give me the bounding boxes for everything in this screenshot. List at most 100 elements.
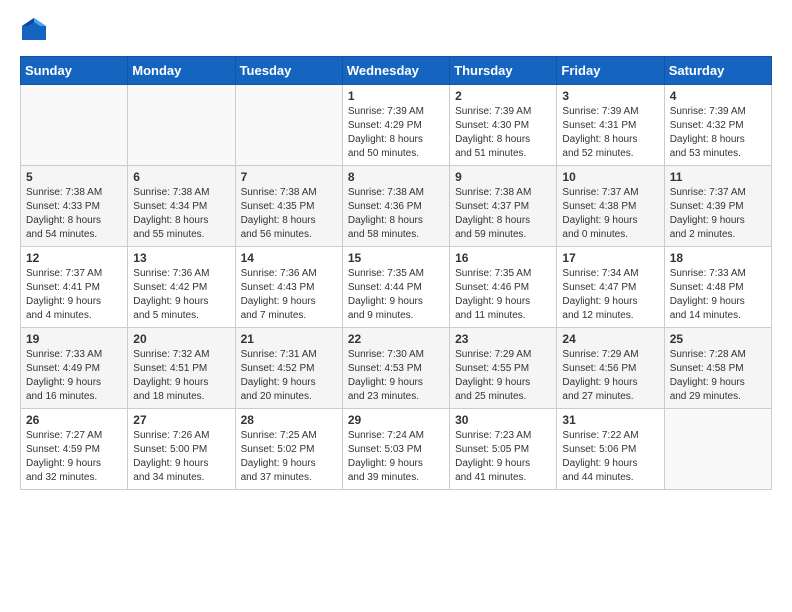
calendar-cell: 6 Sunrise: 7:38 AM Sunset: 4:34 PM Daylig… [128, 166, 235, 247]
day-info: Sunrise: 7:32 AM Sunset: 4:51 PM Dayligh… [133, 348, 229, 404]
day-info: Sunrise: 7:39 AM Sunset: 4:29 PM Dayligh… [348, 105, 444, 161]
calendar-cell: 24 Sunrise: 7:29 AM Sunset: 4:56 PM Dayli… [557, 328, 664, 409]
day-number: 28 [241, 413, 337, 427]
calendar-cell: 2 Sunrise: 7:39 AM Sunset: 4:30 PM Daylig… [450, 85, 557, 166]
logo-icon [20, 16, 48, 44]
day-info: Sunrise: 7:25 AM Sunset: 5:02 PM Dayligh… [241, 429, 337, 485]
day-info: Sunrise: 7:34 AM Sunset: 4:47 PM Dayligh… [562, 267, 658, 323]
calendar-cell: 10Sunrise: 7:37 AM Sunset: 4:38 PM Dayli… [557, 166, 664, 247]
week-row-1: 1 Sunrise: 7:39 AM Sunset: 4:29 PM Daylig… [21, 85, 772, 166]
day-number: 11 [670, 170, 766, 184]
day-number: 14 [241, 251, 337, 265]
day-info: Sunrise: 7:36 AM Sunset: 4:42 PM Dayligh… [133, 267, 229, 323]
day-info: Sunrise: 7:30 AM Sunset: 4:53 PM Dayligh… [348, 348, 444, 404]
day-info: Sunrise: 7:39 AM Sunset: 4:32 PM Dayligh… [670, 105, 766, 161]
day-number: 9 [455, 170, 551, 184]
calendar-cell: 14 Sunrise: 7:36 AM Sunset: 4:43 PM Dayli… [235, 247, 342, 328]
calendar-cell: 29 Sunrise: 7:24 AM Sunset: 5:03 PM Dayli… [342, 409, 449, 490]
day-info: Sunrise: 7:39 AM Sunset: 4:30 PM Dayligh… [455, 105, 551, 161]
day-info: Sunrise: 7:28 AM Sunset: 4:58 PM Dayligh… [670, 348, 766, 404]
day-number: 26 [26, 413, 122, 427]
calendar-cell: 19Sunrise: 7:33 AM Sunset: 4:49 PM Dayli… [21, 328, 128, 409]
weekday-header-saturday: Saturday [664, 57, 771, 85]
calendar-cell [128, 85, 235, 166]
day-info: Sunrise: 7:37 AM Sunset: 4:41 PM Dayligh… [26, 267, 122, 323]
calendar-cell: 12 Sunrise: 7:37 AM Sunset: 4:41 PM Dayli… [21, 247, 128, 328]
day-number: 20 [133, 332, 229, 346]
day-number: 24 [562, 332, 658, 346]
day-number: 3 [562, 89, 658, 103]
day-info: Sunrise: 7:22 AM Sunset: 5:06 PM Dayligh… [562, 429, 658, 485]
day-number: 8 [348, 170, 444, 184]
weekday-header-monday: Monday [128, 57, 235, 85]
calendar-cell: 16Sunrise: 7:35 AM Sunset: 4:46 PM Dayli… [450, 247, 557, 328]
calendar-table: SundayMondayTuesdayWednesdayThursdayFrid… [20, 56, 772, 490]
calendar-cell: 26 Sunrise: 7:27 AM Sunset: 4:59 PM Dayli… [21, 409, 128, 490]
header [20, 16, 772, 44]
calendar-cell: 31 Sunrise: 7:22 AM Sunset: 5:06 PM Dayli… [557, 409, 664, 490]
weekday-header-sunday: Sunday [21, 57, 128, 85]
day-info: Sunrise: 7:36 AM Sunset: 4:43 PM Dayligh… [241, 267, 337, 323]
day-number: 4 [670, 89, 766, 103]
weekday-header-tuesday: Tuesday [235, 57, 342, 85]
day-info: Sunrise: 7:33 AM Sunset: 4:48 PM Dayligh… [670, 267, 766, 323]
day-number: 27 [133, 413, 229, 427]
weekday-header-row: SundayMondayTuesdayWednesdayThursdayFrid… [21, 57, 772, 85]
day-number: 2 [455, 89, 551, 103]
calendar-cell: 13 Sunrise: 7:36 AM Sunset: 4:42 PM Dayli… [128, 247, 235, 328]
calendar-cell: 30 Sunrise: 7:23 AM Sunset: 5:05 PM Dayli… [450, 409, 557, 490]
day-number: 13 [133, 251, 229, 265]
logo [20, 16, 52, 44]
day-number: 31 [562, 413, 658, 427]
day-number: 30 [455, 413, 551, 427]
day-number: 6 [133, 170, 229, 184]
day-info: Sunrise: 7:29 AM Sunset: 4:56 PM Dayligh… [562, 348, 658, 404]
calendar-cell: 28 Sunrise: 7:25 AM Sunset: 5:02 PM Dayli… [235, 409, 342, 490]
calendar-cell: 4 Sunrise: 7:39 AM Sunset: 4:32 PM Daylig… [664, 85, 771, 166]
calendar-cell: 27 Sunrise: 7:26 AM Sunset: 5:00 PM Dayli… [128, 409, 235, 490]
day-info: Sunrise: 7:24 AM Sunset: 5:03 PM Dayligh… [348, 429, 444, 485]
day-number: 23 [455, 332, 551, 346]
calendar-cell: 23 Sunrise: 7:29 AM Sunset: 4:55 PM Dayli… [450, 328, 557, 409]
calendar-cell: 8 Sunrise: 7:38 AM Sunset: 4:36 PM Daylig… [342, 166, 449, 247]
day-info: Sunrise: 7:26 AM Sunset: 5:00 PM Dayligh… [133, 429, 229, 485]
calendar-cell: 20 Sunrise: 7:32 AM Sunset: 4:51 PM Dayli… [128, 328, 235, 409]
day-number: 12 [26, 251, 122, 265]
day-info: Sunrise: 7:27 AM Sunset: 4:59 PM Dayligh… [26, 429, 122, 485]
day-number: 16 [455, 251, 551, 265]
day-info: Sunrise: 7:38 AM Sunset: 4:35 PM Dayligh… [241, 186, 337, 242]
calendar-cell [235, 85, 342, 166]
day-info: Sunrise: 7:37 AM Sunset: 4:38 PM Dayligh… [562, 186, 658, 242]
calendar-cell: 11 Sunrise: 7:37 AM Sunset: 4:39 PM Dayli… [664, 166, 771, 247]
day-number: 29 [348, 413, 444, 427]
calendar-cell: 3Sunrise: 7:39 AM Sunset: 4:31 PM Daylig… [557, 85, 664, 166]
day-info: Sunrise: 7:38 AM Sunset: 4:33 PM Dayligh… [26, 186, 122, 242]
day-info: Sunrise: 7:38 AM Sunset: 4:34 PM Dayligh… [133, 186, 229, 242]
calendar-cell: 21 Sunrise: 7:31 AM Sunset: 4:52 PM Dayli… [235, 328, 342, 409]
weekday-header-thursday: Thursday [450, 57, 557, 85]
day-info: Sunrise: 7:35 AM Sunset: 4:44 PM Dayligh… [348, 267, 444, 323]
weekday-header-friday: Friday [557, 57, 664, 85]
day-info: Sunrise: 7:38 AM Sunset: 4:37 PM Dayligh… [455, 186, 551, 242]
calendar-cell: 25 Sunrise: 7:28 AM Sunset: 4:58 PM Dayli… [664, 328, 771, 409]
day-number: 15 [348, 251, 444, 265]
day-info: Sunrise: 7:23 AM Sunset: 5:05 PM Dayligh… [455, 429, 551, 485]
week-row-3: 12 Sunrise: 7:37 AM Sunset: 4:41 PM Dayli… [21, 247, 772, 328]
day-info: Sunrise: 7:37 AM Sunset: 4:39 PM Dayligh… [670, 186, 766, 242]
calendar-cell [21, 85, 128, 166]
day-number: 18 [670, 251, 766, 265]
calendar-cell: 5Sunrise: 7:38 AM Sunset: 4:33 PM Daylig… [21, 166, 128, 247]
day-number: 1 [348, 89, 444, 103]
day-number: 25 [670, 332, 766, 346]
week-row-4: 19Sunrise: 7:33 AM Sunset: 4:49 PM Dayli… [21, 328, 772, 409]
day-number: 21 [241, 332, 337, 346]
day-info: Sunrise: 7:31 AM Sunset: 4:52 PM Dayligh… [241, 348, 337, 404]
calendar-cell: 18 Sunrise: 7:33 AM Sunset: 4:48 PM Dayli… [664, 247, 771, 328]
week-row-2: 5Sunrise: 7:38 AM Sunset: 4:33 PM Daylig… [21, 166, 772, 247]
weekday-header-wednesday: Wednesday [342, 57, 449, 85]
day-info: Sunrise: 7:38 AM Sunset: 4:36 PM Dayligh… [348, 186, 444, 242]
calendar-cell: 22Sunrise: 7:30 AM Sunset: 4:53 PM Dayli… [342, 328, 449, 409]
day-info: Sunrise: 7:29 AM Sunset: 4:55 PM Dayligh… [455, 348, 551, 404]
week-row-5: 26 Sunrise: 7:27 AM Sunset: 4:59 PM Dayli… [21, 409, 772, 490]
calendar-cell: 1 Sunrise: 7:39 AM Sunset: 4:29 PM Daylig… [342, 85, 449, 166]
